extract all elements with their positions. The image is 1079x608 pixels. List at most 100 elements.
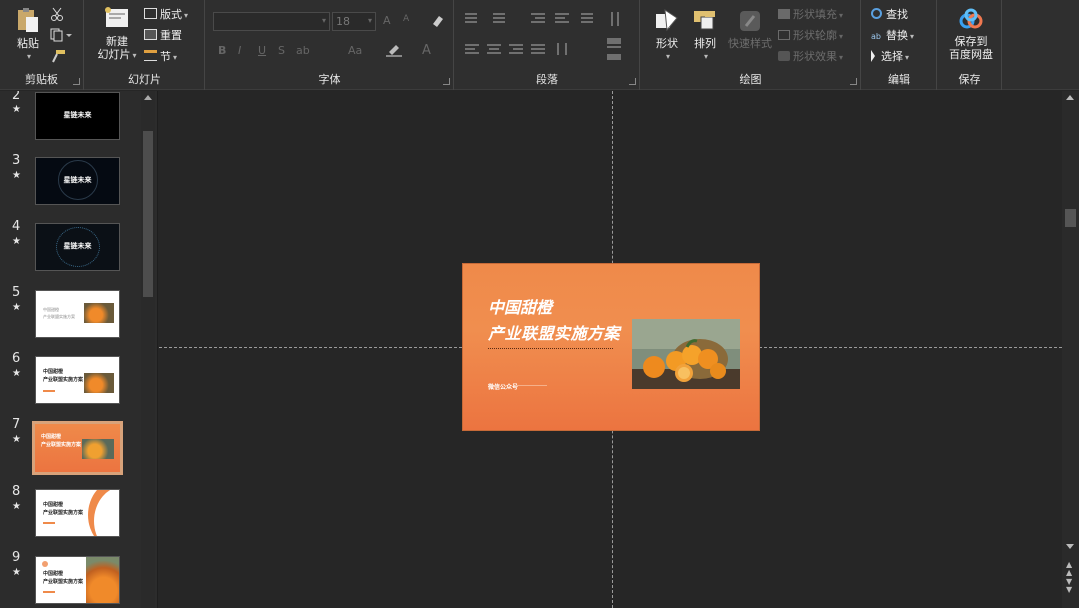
slide-thumbnail-2[interactable]: 星链未来: [35, 92, 120, 140]
arrange-button[interactable]: 排列 ▾: [687, 8, 723, 63]
orange-fruit-image: [632, 319, 740, 389]
shape-outline-button[interactable]: 形状轮廓 ▾: [778, 28, 843, 44]
slide-title-line1[interactable]: 中国甜橙: [488, 294, 552, 318]
clipboard-launcher-icon[interactable]: [73, 78, 80, 85]
slide-thumbnail-3[interactable]: 星链未来: [35, 157, 120, 205]
paragraph-format-icons[interactable]: [461, 10, 637, 68]
slide-number: 8: [12, 484, 21, 499]
thumb-subtitle: 产业联盟实施方案: [43, 314, 75, 319]
slide-thumbnail-7-selected[interactable]: 中国甜橙 产业联盟实施方案: [32, 421, 123, 475]
slide-editor-canvas[interactable]: 中国甜橙 产业联盟实施方案 微信公众号: [159, 91, 1062, 608]
slide-subtitle-decoration[interactable]: [488, 348, 613, 351]
thumb-subtitle: 产业联盟实施方案: [43, 579, 84, 585]
paragraph-launcher-icon[interactable]: [629, 78, 636, 85]
group-drawing: 形状 ▾ 排列 ▾ 快速样式 形状填充 ▾ 形状轮廓 ▾ 形状效果 ▾ 绘图: [641, 0, 861, 90]
thumb-subtitle: 产业联盟实施方案: [41, 442, 82, 448]
underline-button[interactable]: U: [258, 44, 266, 57]
scroll-up-icon[interactable]: [144, 95, 152, 100]
next-slide-icon[interactable]: ▼ ▼: [1066, 578, 1072, 594]
slide-number: 6: [12, 351, 21, 366]
font-size-select[interactable]: 18 ▾: [332, 12, 376, 31]
slide-badge-label[interactable]: 微信公众号: [488, 382, 518, 391]
replace-icon: ab: [871, 32, 881, 41]
ribbon: 粘贴 ▾ 剪贴板 新建 幻灯片 ▾ 版式 ▾ 重置 节 ▾ 幻灯片 ▾ 18 ▾ A: [0, 0, 1079, 90]
quick-styles-icon: [740, 11, 760, 31]
group-clipboard: 粘贴 ▾ 剪贴板: [0, 0, 84, 90]
new-slide-icon: [105, 7, 128, 27]
highlight-icon[interactable]: [386, 43, 404, 57]
cursor-arrow-icon: [871, 50, 875, 62]
strikethrough-button[interactable]: S: [278, 44, 285, 57]
thumb-accent-bar: [43, 591, 55, 593]
font-grow-button[interactable]: A: [383, 14, 391, 27]
replace-button[interactable]: ab 替换 ▾: [871, 28, 914, 44]
font-color-button[interactable]: A: [422, 43, 431, 58]
thumb-title: 中国甜橙: [43, 307, 59, 312]
char-spacing-button[interactable]: ab: [296, 44, 310, 57]
previous-slide-icon[interactable]: ▲ ▲: [1066, 561, 1072, 577]
orange-photo[interactable]: [632, 319, 740, 389]
thumbnail-scrollbar[interactable]: [141, 91, 155, 608]
slide-thumbnail-panel[interactable]: 2 ★ 星链未来 3 ★ 星链未来 4 ★ 星链未来 5 ★ 中国甜橙 产业联盟…: [0, 91, 158, 608]
change-case-button[interactable]: Aa: [348, 44, 362, 57]
shapes-button[interactable]: 形状 ▾: [649, 8, 685, 63]
select-button[interactable]: 选择 ▾: [871, 49, 909, 65]
scroll-up-icon[interactable]: [1066, 95, 1074, 100]
clear-format-icon[interactable]: [430, 14, 444, 28]
animation-star-icon: ★: [12, 302, 21, 313]
slide-number: 4: [12, 219, 21, 234]
thumb-accent-bar: [43, 522, 55, 524]
slide-thumbnail-5[interactable]: 中国甜橙 产业联盟实施方案: [35, 290, 120, 338]
slide-thumbnail-4[interactable]: 星链未来: [35, 223, 120, 271]
scroll-down-icon[interactable]: [1066, 544, 1074, 549]
thumb-orange-photo: [84, 373, 114, 393]
shapes-icon: [656, 8, 678, 32]
reset-button[interactable]: 重置: [144, 28, 182, 44]
thumb-title: 星链未来: [63, 111, 92, 119]
scrollbar-thumb[interactable]: [143, 131, 153, 297]
editor-vertical-scrollbar[interactable]: ▲ ▲ ▼ ▼: [1062, 91, 1079, 608]
paint-bucket-icon: [778, 9, 790, 19]
find-button[interactable]: 查找: [871, 7, 908, 23]
slide-title-line2[interactable]: 产业联盟实施方案: [488, 320, 620, 344]
format-painter-icon[interactable]: [50, 49, 66, 63]
new-slide-button[interactable]: 新建 幻灯片 ▾: [93, 6, 141, 62]
layout-icon: [144, 8, 157, 19]
slide-thumbnail-9[interactable]: 中国甜橙 产业联盟实施方案: [35, 556, 120, 604]
drawing-launcher-icon[interactable]: [850, 78, 857, 85]
thumb-title: 星链未来: [63, 242, 92, 250]
slide-thumbnail-8[interactable]: 中国甜橙 产业联盟实施方案: [35, 489, 120, 537]
font-launcher-icon[interactable]: [443, 78, 450, 85]
font-name-select[interactable]: ▾: [213, 12, 330, 31]
chevron-down-icon: ▾: [26, 52, 31, 61]
arrange-icon: [694, 11, 715, 30]
current-slide[interactable]: 中国甜橙 产业联盟实施方案 微信公众号: [462, 263, 760, 431]
section-icon: [144, 50, 157, 61]
animation-star-icon: ★: [12, 104, 21, 115]
layout-button[interactable]: 版式 ▾: [144, 7, 188, 23]
quick-styles-button[interactable]: 快速样式: [725, 8, 775, 50]
cut-icon[interactable]: [50, 7, 64, 21]
thumb-orange-dot: [42, 561, 48, 567]
slide-thumbnail-6[interactable]: 中国甜橙 产业联盟实施方案: [35, 356, 120, 404]
save-to-baidu-button[interactable]: 保存到 百度网盘: [942, 8, 1000, 61]
slide-number: 7: [12, 417, 21, 432]
shape-effects-button[interactable]: 形状效果 ▾: [778, 49, 843, 65]
section-button[interactable]: 节 ▾: [144, 49, 177, 65]
animation-star-icon: ★: [12, 236, 21, 247]
italic-button[interactable]: I: [238, 44, 241, 57]
animation-star-icon: ★: [12, 567, 21, 578]
thumb-orange-photo: [84, 303, 114, 323]
animation-star-icon: ★: [12, 170, 21, 181]
thumb-title: 中国甜橙: [43, 369, 64, 375]
scrollbar-thumb[interactable]: [1065, 209, 1076, 227]
font-shrink-button[interactable]: A: [403, 14, 409, 24]
shape-fill-button[interactable]: 形状填充 ▾: [778, 7, 843, 23]
thumb-accent-bar: [43, 390, 55, 392]
thumb-title: 星链未来: [63, 176, 92, 184]
copy-icon[interactable]: [50, 28, 72, 42]
paste-button[interactable]: 粘贴 ▾: [10, 6, 46, 63]
pen-icon: [778, 30, 790, 40]
bold-button[interactable]: B: [218, 44, 226, 57]
group-label-drawing: 绘图: [739, 73, 762, 86]
